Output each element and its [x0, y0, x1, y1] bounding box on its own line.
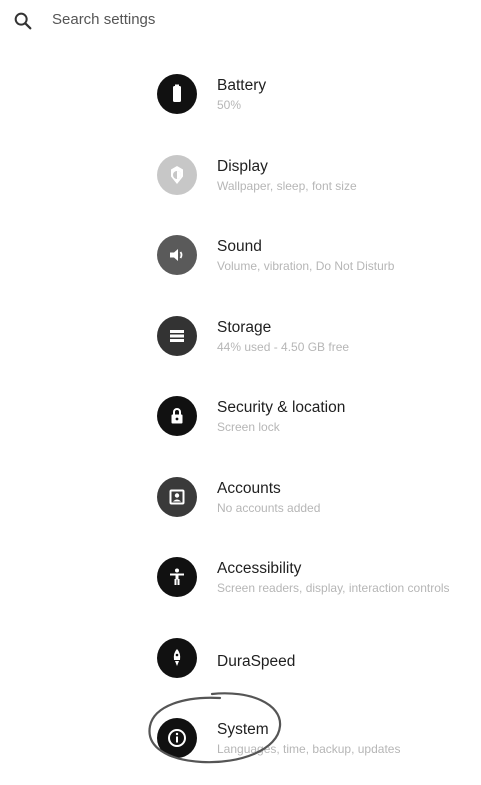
settings-item-subtitle: No accounts added	[217, 500, 321, 515]
search-input[interactable]: Search settings	[52, 11, 155, 28]
settings-item-title: System	[217, 721, 269, 738]
settings-item-accessibility[interactable]: Accessibility Screen readers, display, i…	[0, 543, 481, 624]
settings-item-title: Security & location	[217, 399, 346, 416]
settings-item-display[interactable]: Display Wallpaper, sleep, font size	[0, 141, 481, 222]
settings-item-subtitle: Volume, vibration, Do Not Disturb	[217, 259, 395, 273]
settings-item-subtitle: Screen lock	[217, 420, 280, 434]
settings-item-subtitle: Screen readers, display, interaction con…	[217, 581, 450, 595]
lock-icon	[157, 396, 197, 436]
settings-item-title: Accounts	[217, 479, 281, 497]
volume-icon	[157, 235, 197, 275]
brightness-icon	[157, 154, 197, 195]
account-icon	[157, 476, 197, 517]
settings-item-title: Battery	[217, 77, 267, 94]
settings-item-title: Accessibility	[217, 560, 302, 577]
settings-item-title: Display	[217, 157, 268, 175]
settings-item-security[interactable]: Security & location Screen lock	[0, 382, 481, 463]
settings-item-duraspeed[interactable]: DuraSpeed	[0, 624, 481, 705]
settings-item-subtitle: 50%	[217, 98, 242, 112]
search-icon	[14, 12, 32, 30]
battery-icon	[157, 74, 197, 114]
settings-item-title: Storage	[217, 318, 272, 336]
rocket-icon	[157, 637, 197, 678]
settings-item-storage[interactable]: Storage 44% used - 4.50 GB free	[0, 302, 481, 383]
settings-list: Battery 50% Display Wallpaper, sleep, fo…	[0, 60, 481, 785]
info-icon	[157, 718, 197, 758]
settings-item-battery[interactable]: Battery 50%	[0, 60, 481, 141]
settings-item-subtitle: Wallpaper, sleep, font size	[217, 178, 357, 193]
settings-item-accounts[interactable]: Accounts No accounts added	[0, 463, 481, 544]
settings-item-sound[interactable]: Sound Volume, vibration, Do Not Disturb	[0, 221, 481, 302]
settings-item-subtitle: Languages, time, backup, updates	[217, 742, 401, 756]
search-bar[interactable]: Search settings	[0, 0, 481, 44]
settings-item-system[interactable]: System Languages, time, backup, updates	[0, 704, 481, 785]
accessibility-icon	[157, 557, 197, 597]
settings-item-title: DuraSpeed	[217, 652, 296, 670]
settings-item-title: Sound	[217, 238, 262, 255]
storage-icon	[157, 315, 197, 356]
settings-item-subtitle: 44% used - 4.50 GB free	[217, 339, 350, 354]
